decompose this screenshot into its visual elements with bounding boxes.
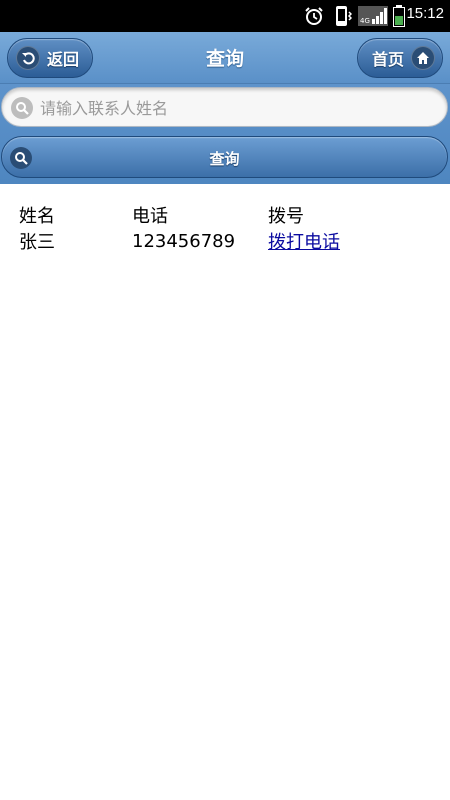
search-area: 查询 — [0, 84, 450, 184]
home-button-label: 首页 — [372, 50, 405, 69]
contact-phone-cell: 123456789 — [132, 230, 236, 252]
phone-vibrate-icon — [336, 6, 352, 26]
home-icon — [411, 46, 436, 70]
network-type-label: 4G — [360, 17, 370, 25]
contact-name-input[interactable] — [40, 94, 430, 122]
table-row: 张三 123456789 拨打电话 — [19, 228, 388, 254]
column-header-phone: 电话 — [132, 206, 168, 227]
search-icon — [11, 97, 33, 119]
header-bar: 返回 查询 首页 — [0, 32, 450, 84]
results-content: 姓名 电话 拨号 张三 123456789 拨打电话 — [19, 202, 388, 254]
search-field[interactable] — [1, 87, 448, 127]
clock: 15:12 — [406, 5, 444, 22]
battery-icon — [393, 5, 405, 27]
dial-cell: 拨打电话 — [268, 228, 388, 254]
contact-name-cell: 张三 — [19, 232, 55, 253]
column-header-name: 姓名 — [19, 206, 55, 227]
contacts-table: 姓名 电话 拨号 张三 123456789 拨打电话 — [19, 202, 388, 254]
column-header-dial: 拨号 — [268, 206, 304, 227]
status-bar: 4G 15:12 — [0, 0, 450, 32]
signal-4g-icon: 4G — [358, 6, 388, 26]
home-button[interactable]: 首页 — [357, 38, 443, 78]
table-header-row: 姓名 电话 拨号 — [19, 202, 388, 228]
alarm-clock-icon — [305, 7, 323, 25]
query-button[interactable]: 查询 — [1, 136, 448, 178]
query-button-label: 查询 — [209, 150, 240, 168]
dial-call-link[interactable]: 拨打电话 — [268, 232, 340, 253]
